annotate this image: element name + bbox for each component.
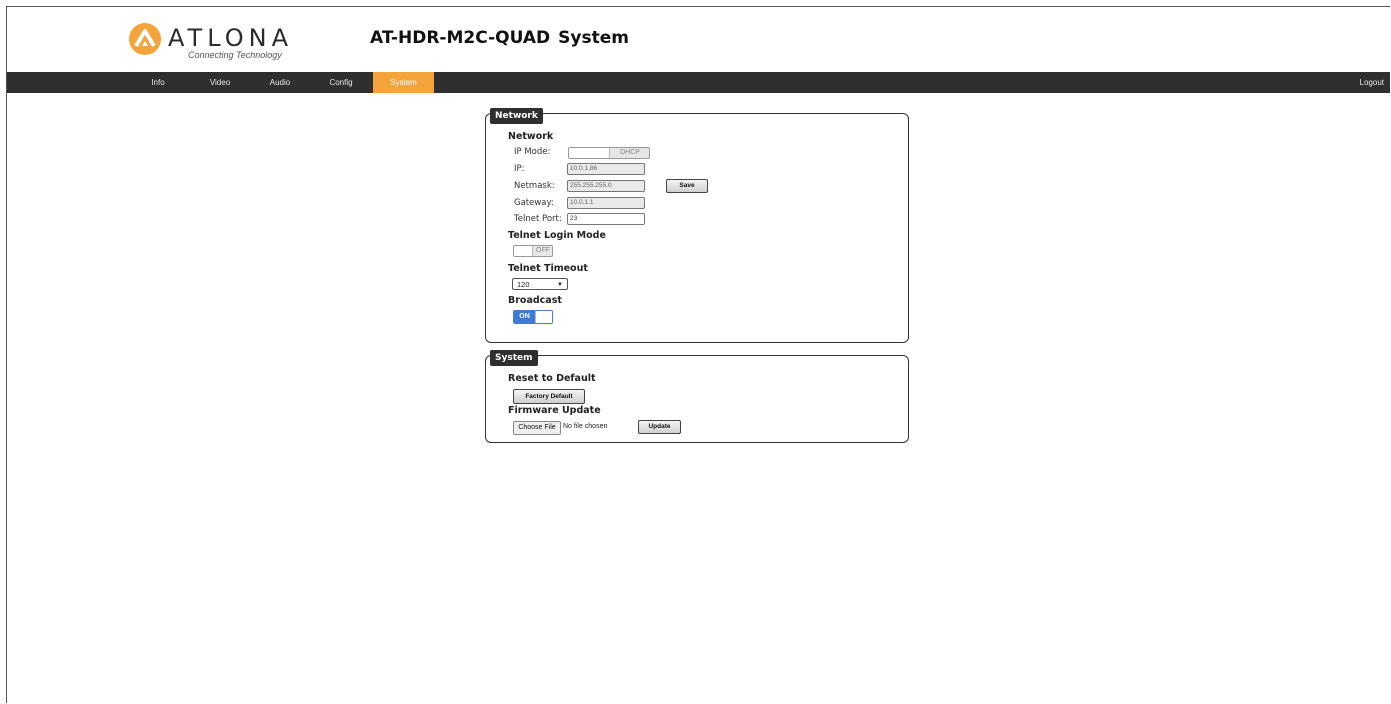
- ip-field[interactable]: 10.0.1.86: [567, 163, 645, 175]
- top-navbar: Info Video Audio Config System Logout: [7, 72, 1390, 93]
- system-legend: System: [490, 350, 538, 366]
- tab-system[interactable]: System: [373, 72, 434, 93]
- brand-name: ATLONA: [168, 24, 293, 52]
- reset-title: Reset to Default: [508, 373, 596, 384]
- save-button[interactable]: Save: [666, 179, 708, 193]
- header: ATLONA Connecting Technology AT-HDR-M2C-…: [0, 0, 1391, 72]
- broadcast-knob: [535, 311, 552, 323]
- system-panel: System Reset to Default Factory Default …: [485, 350, 909, 443]
- logout-link[interactable]: Logout: [1360, 72, 1384, 93]
- network-section-title: Network: [508, 131, 554, 142]
- file-status-text: No file chosen: [563, 423, 608, 430]
- netmask-field[interactable]: 255.255.255.0: [567, 180, 645, 192]
- gateway-label: Gateway:: [514, 198, 554, 208]
- broadcast-title: Broadcast: [508, 295, 562, 306]
- netmask-label: Netmask:: [514, 181, 555, 191]
- ip-mode-knob: [569, 148, 610, 158]
- telnet-login-mode-title: Telnet Login Mode: [508, 230, 606, 241]
- telnet-port-field[interactable]: 23: [567, 213, 645, 225]
- atlona-mark-icon: [129, 23, 161, 55]
- factory-default-button[interactable]: Factory Default: [513, 389, 585, 404]
- choose-file-button[interactable]: Choose File: [513, 421, 561, 435]
- broadcast-toggle[interactable]: ON: [513, 310, 553, 324]
- page-name: System: [558, 28, 629, 48]
- telnet-port-label: Telnet Port:: [514, 214, 562, 224]
- ip-mode-toggle[interactable]: DHCP: [568, 147, 650, 159]
- tab-audio[interactable]: Audio: [265, 72, 295, 93]
- tab-video[interactable]: Video: [205, 72, 235, 93]
- dropdown-caret-icon: ▼: [557, 282, 563, 288]
- telnet-timeout-title: Telnet Timeout: [508, 263, 588, 274]
- device-model: AT-HDR-M2C-QUAD: [370, 28, 551, 48]
- ip-label: IP:: [514, 164, 525, 174]
- page-title: AT-HDR-M2C-QUAD System: [370, 28, 629, 48]
- tab-info[interactable]: Info: [143, 72, 173, 93]
- update-button[interactable]: Update: [638, 420, 681, 434]
- brand-tagline: Connecting Technology: [188, 50, 282, 60]
- network-legend: Network: [490, 108, 543, 124]
- atlona-logo: ATLONA Connecting Technology: [128, 22, 318, 62]
- telnet-login-knob: [514, 246, 533, 256]
- ip-mode-value: DHCP: [610, 148, 649, 158]
- gateway-field[interactable]: 10.0.1.1: [567, 197, 645, 209]
- telnet-login-mode-toggle[interactable]: OFF: [513, 245, 553, 257]
- telnet-login-value: OFF: [533, 246, 552, 256]
- telnet-timeout-value: 120: [517, 280, 530, 289]
- ip-mode-label: IP Mode:: [514, 147, 551, 157]
- tab-config[interactable]: Config: [325, 72, 357, 93]
- network-panel: Network Network IP Mode: DHCP IP: 10.0.1…: [485, 108, 909, 343]
- broadcast-value: ON: [514, 311, 535, 323]
- firmware-title: Firmware Update: [508, 405, 601, 416]
- telnet-timeout-select[interactable]: 120 ▼: [512, 278, 568, 290]
